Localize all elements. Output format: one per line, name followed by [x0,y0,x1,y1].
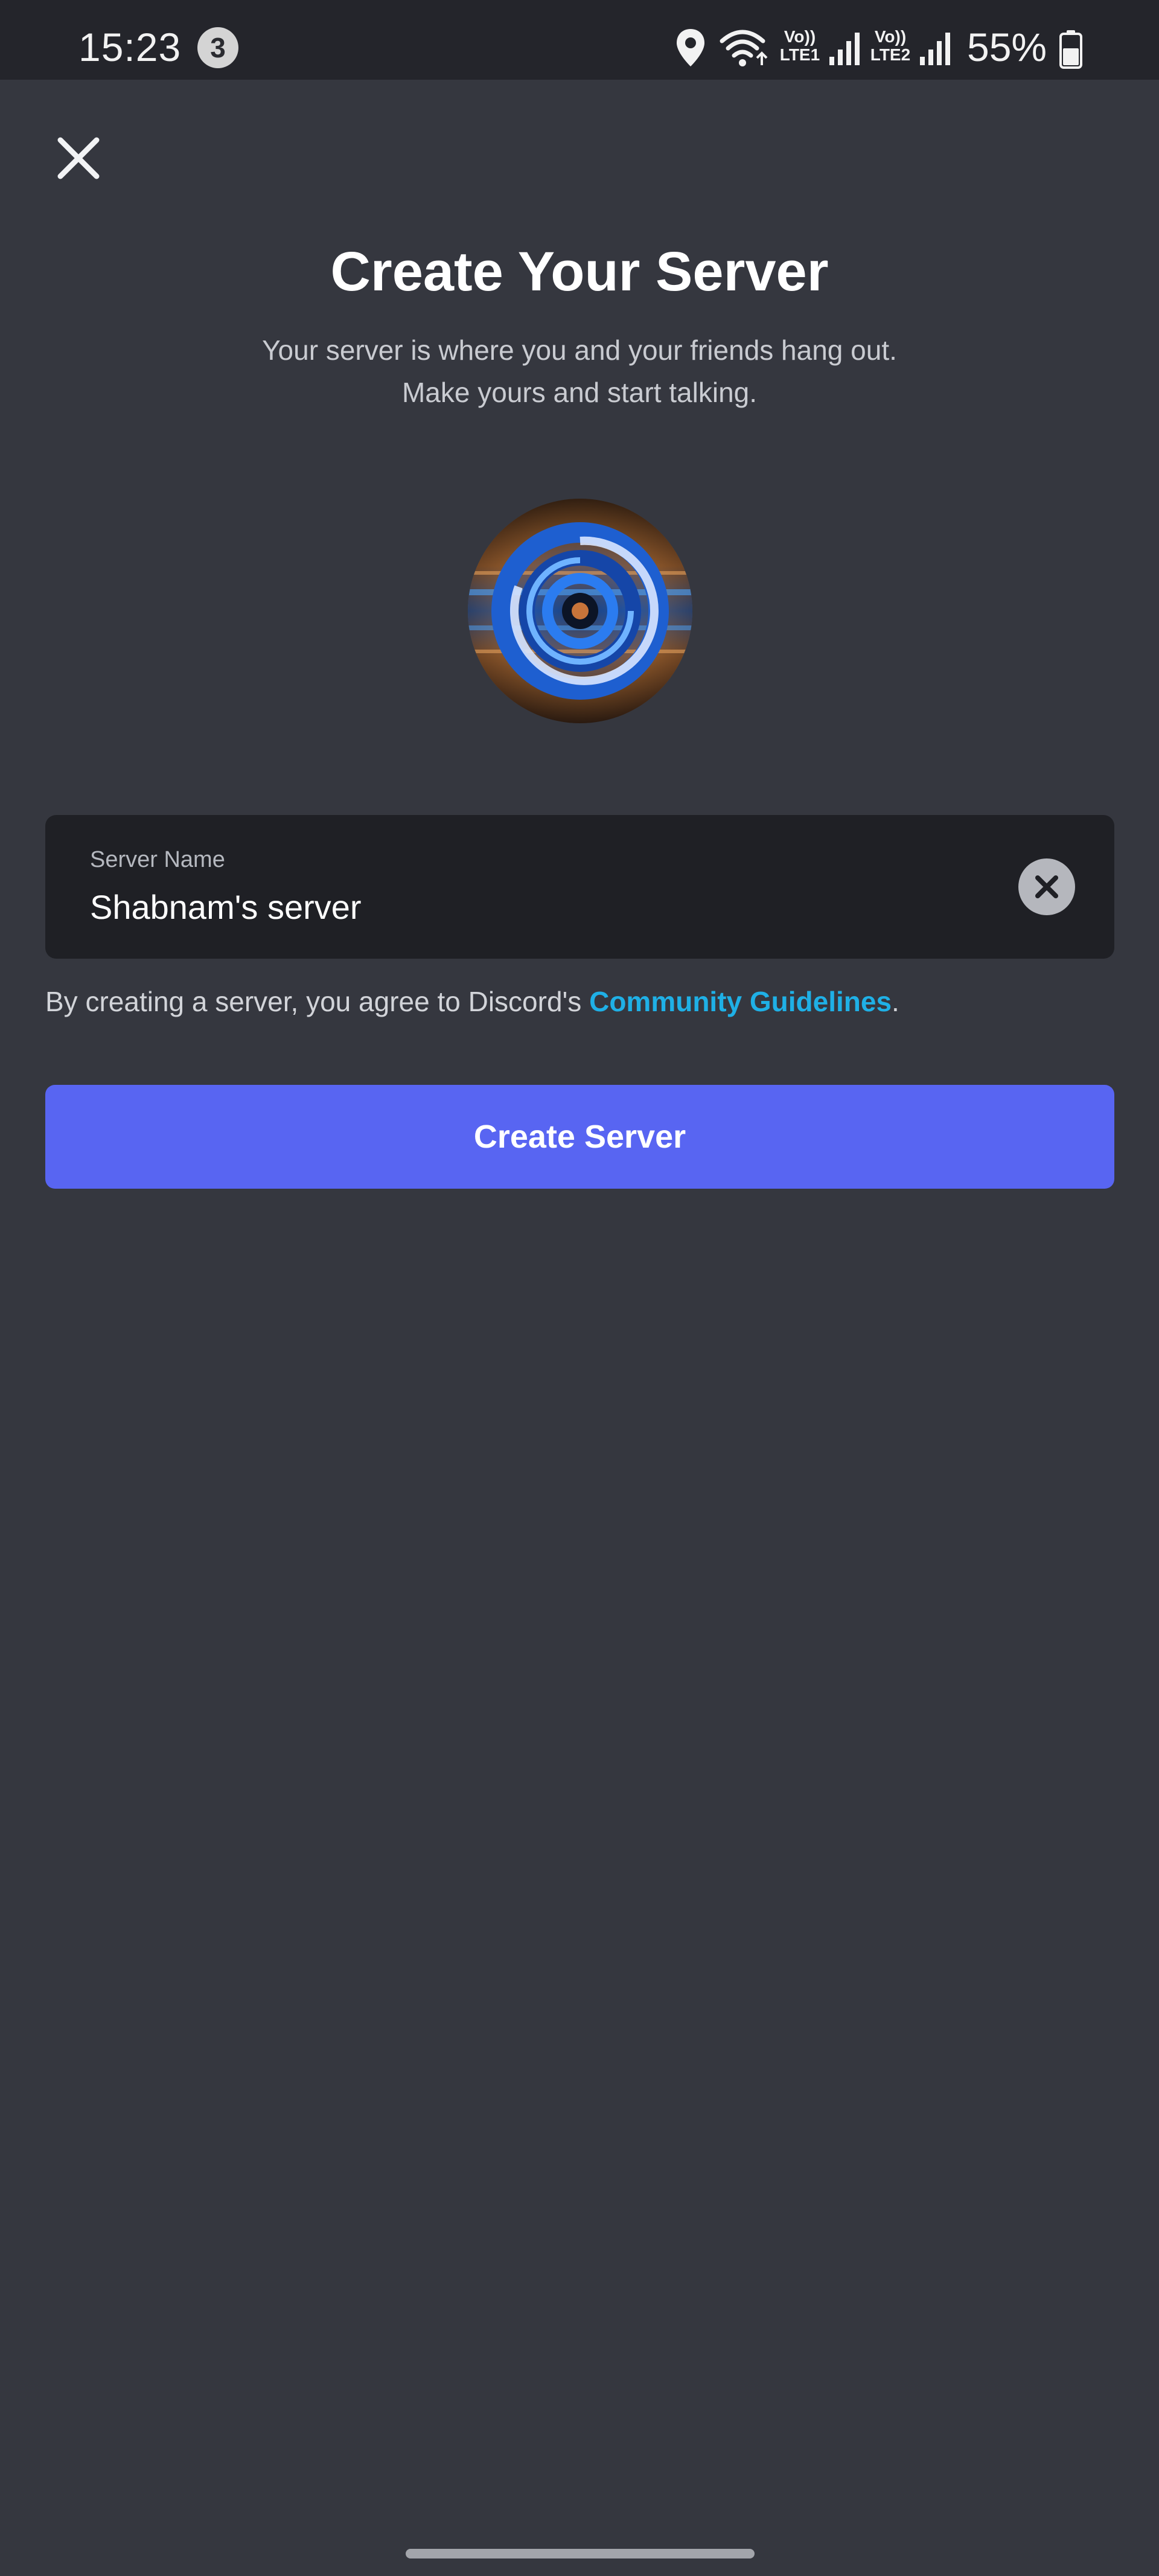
lte1-indicator: Vo)) LTE1 [779,28,821,64]
page-title: Create Your Server [330,241,829,302]
terms-prefix: By creating a server, you agree to Disco… [45,986,590,1017]
status-bar: 15:23 3 Vo)) LTE1 Vo)) LTE2 55% [0,0,1159,80]
lte1-label-top: Vo)) [784,27,816,46]
battery-percent: 55% [967,25,1047,69]
lte1-label-bottom: LTE1 [779,45,820,64]
server-name-field: Server Name [45,815,1114,959]
home-indicator[interactable] [406,2549,755,2558]
subtitle-line-1: Your server is where you and your friend… [262,334,897,366]
location-icon [677,29,704,66]
page-subtitle: Your server is where you and your friend… [0,329,1159,414]
server-icon-image [468,499,692,723]
status-time: 15:23 [78,25,182,69]
terms-text: By creating a server, you agree to Disco… [45,980,899,1023]
server-icon-upload[interactable] [468,499,692,723]
close-button[interactable] [48,128,109,188]
clear-input-button[interactable] [1018,858,1075,915]
terms-suffix: . [892,986,899,1017]
create-server-button[interactable]: Create Server [45,1085,1114,1189]
signal-icon [920,33,950,65]
server-name-label: Server Name [90,847,225,872]
clear-input-icon [1035,875,1058,898]
community-guidelines-link[interactable]: Community Guidelines [589,986,892,1017]
lte2-indicator: Vo)) LTE2 [869,28,912,64]
lte2-label-bottom: LTE2 [870,45,911,64]
wifi-icon [720,30,768,66]
create-server-screen: 15:23 3 Vo)) LTE1 Vo)) LTE2 55% Create Y… [0,0,1159,2576]
notification-count-badge: 3 [197,27,238,68]
lte2-label-top: Vo)) [874,27,907,46]
server-name-input[interactable] [90,886,995,928]
signal-icon [829,33,860,65]
battery-icon [1059,30,1082,69]
subtitle-line-2: Make yours and start talking. [401,377,758,408]
close-icon [57,137,100,179]
